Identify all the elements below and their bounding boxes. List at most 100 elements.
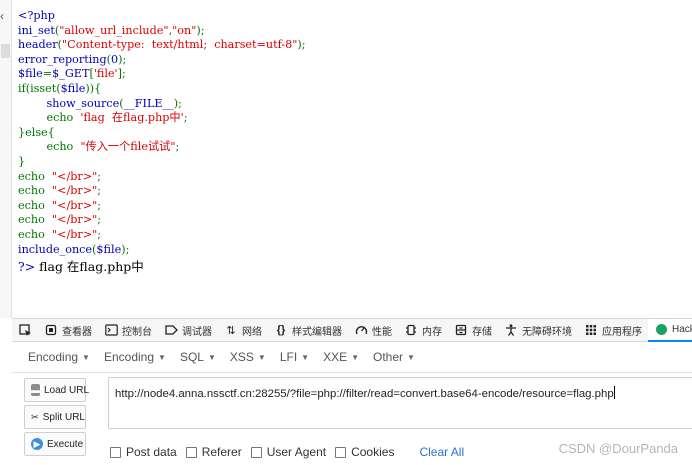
source-token: ; [97,184,102,198]
performance-icon [354,323,368,337]
post-data-option[interactable]: Post data [110,445,177,459]
source-token: echo [18,227,52,241]
source-token: 'flag 在flag.php中' [80,111,184,125]
hackbar-icon [654,322,668,336]
menu-other-label: Other [373,350,404,364]
menu-lfi-label: LFI [279,350,298,364]
source-token: "</br>" [51,169,98,183]
source-token: ; [183,111,188,125]
caret-down-icon: ▼ [158,353,166,362]
source-token: )){ [85,81,102,95]
load-url-button[interactable]: ▬ Load URL [24,378,90,402]
accessibility-icon [504,323,518,337]
storage-tab[interactable]: 存储 [448,319,498,341]
style-editor-icon: {} [276,324,286,336]
referer-checkbox[interactable] [185,446,197,458]
caret-down-icon: ▼ [82,353,90,362]
referer-option[interactable]: Referer [185,445,242,459]
page-output: ?> flag 在flag.php中 [18,256,144,275]
clear-all-link[interactable]: Clear All [419,445,464,459]
application-tab[interactable]: 应用程序 [578,319,648,341]
source-line: echo "</br>"; [18,228,306,243]
execute-button[interactable]: ▶ Execute [24,432,86,456]
source-token: "</br>" [51,184,98,198]
hackbar-options: Post data Referer User Agent Cookies Cle… [110,445,464,459]
menu-other[interactable]: Other ▼ [373,350,415,364]
text-cursor [613,386,615,399]
cookies-checkbox[interactable] [335,446,347,458]
menu-encoding-2[interactable]: Encoding ▼ [104,350,166,364]
source-line: error_reporting(0); [18,53,306,68]
source-token [18,97,46,110]
accessibility-tab[interactable]: 无障碍环境 [498,319,578,341]
console-tab[interactable]: 控制台 [98,319,158,341]
caret-down-icon: ▼ [207,353,216,362]
hackbar-tab[interactable]: HackBar [648,318,692,342]
source-token: "on" [172,23,197,37]
cookies-label: Cookies [351,445,395,459]
viewer-icon [44,323,58,337]
source-line: show_source(__FILE__); [18,97,306,112]
menu-xxe[interactable]: XXE ▼ [323,350,359,364]
inspect-icon [18,323,32,337]
network-tab[interactable]: ⇅ 网络 [218,319,268,341]
source-line: } [18,155,306,170]
source-line: header("Content-type: text/html; charset… [18,38,306,53]
source-line: if(isset($file)){ [18,82,306,97]
source-token: include_once [18,242,93,256]
source-line: $file=$_GET['file']; [18,67,306,82]
user-agent-option[interactable]: User Agent [250,445,327,459]
inspector-tab[interactable] [12,319,38,341]
source-token: $file [96,242,122,256]
console-tab-label: 控制台 [122,326,152,338]
menu-encoding[interactable]: Encoding ▼ [28,350,90,364]
source-line: echo 'flag 在flag.php中'; [18,111,306,126]
performance-tab[interactable]: 性能 [348,319,398,341]
menu-lfi[interactable]: LFI ▼ [280,350,309,364]
url-input[interactable]: http://node4.anna.nssctf.cn:28255/?file=… [108,377,692,429]
memory-icon [404,323,418,337]
menu-xss-label: XSS [229,350,254,364]
referer-label: Referer [201,445,242,459]
split-url-button[interactable]: ✂ Split URL [24,405,86,429]
memory-tab[interactable]: 内存 [398,319,448,341]
execute-label: Execute [47,438,84,450]
style-editor-tab[interactable]: {} 样式编辑器 [268,319,348,341]
left-gutter: ‹ [0,0,12,318]
source-token: "Content-type: text/html; charset=utf-8" [62,38,298,52]
menu-sql[interactable]: SQL ▼ [180,350,216,364]
cookies-option[interactable]: Cookies [335,445,394,459]
source-token: ); [173,96,182,110]
source-token: show_source [46,96,120,110]
php-close-tag: ?> [18,259,36,274]
menu-xxe-label: XXE [323,350,348,364]
scissors-icon: ✂ [31,411,39,422]
viewer-tab[interactable]: 查看器 [38,319,98,341]
source-token: echo [18,169,52,183]
chevron-left-icon[interactable]: ‹ [0,10,4,22]
source-token: ; [175,140,180,154]
application-icon [584,323,598,337]
source-token: header [18,38,58,52]
source-line: echo "</br>"; [18,184,306,199]
source-token: 'file' [93,67,118,81]
source-line: echo "</br>"; [18,170,306,185]
debugger-tab[interactable]: 调试器 [158,319,218,341]
source-token: error_reporting [18,52,107,66]
menu-xss[interactable]: XSS ▼ [230,350,266,364]
load-url-label: Load URL [44,384,90,396]
network-icon: ⇅ [226,324,236,337]
source-token: ini_set [18,23,55,37]
caret-down-icon: ▼ [301,353,310,362]
flag-message: flag 在flag.php中 [39,259,144,274]
source-token: $_GET [52,67,90,81]
url-value: http://node4.anna.nssctf.cn:28255/?file=… [115,388,614,400]
menu-sql-label: SQL [179,350,204,364]
user-agent-label: User Agent [266,445,327,459]
menu-encoding-2-label: Encoding [103,350,155,364]
menu-encoding-label: Encoding [28,350,79,364]
load-icon: ▬ [31,384,40,396]
user-agent-checkbox[interactable] [250,446,262,458]
post-data-checkbox[interactable] [110,446,121,458]
post-data-label: Post data [126,445,177,459]
